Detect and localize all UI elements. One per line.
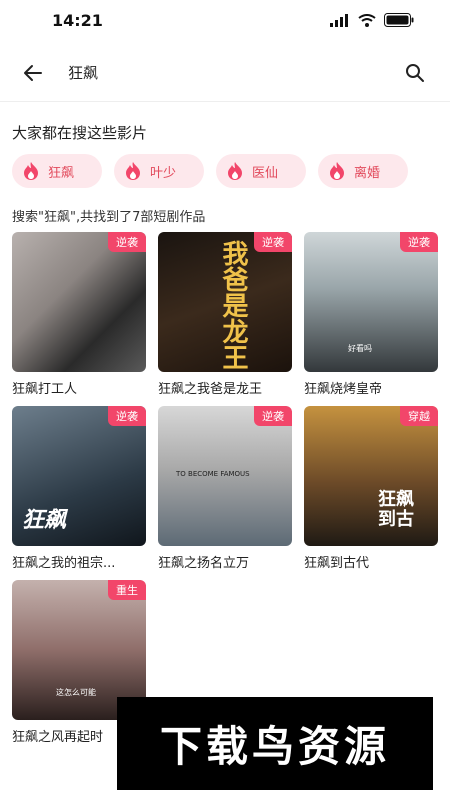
drama-card[interactable]: 我爸是龙王 逆袭 狂飙之我爸是龙王: [158, 232, 292, 397]
genre-badge: 逆袭: [400, 232, 438, 252]
drama-poster[interactable]: 好看吗 逆袭: [304, 232, 438, 372]
hot-chip-label: 医仙: [252, 165, 279, 181]
flame-icon: [126, 162, 140, 180]
drama-title[interactable]: 狂飙到古代: [304, 552, 438, 571]
drama-title[interactable]: 狂飙之我的祖宗...: [12, 552, 146, 571]
poster-title-art: 我爸是龙王: [218, 240, 248, 370]
drama-title[interactable]: 狂飙之我爸是龙王: [158, 378, 292, 397]
status-icons: [330, 13, 414, 27]
drama-card[interactable]: 好看吗 逆袭 狂飙烧烤皇帝: [304, 232, 438, 397]
hot-chip[interactable]: 狂飙: [12, 154, 102, 188]
hot-chip[interactable]: 离婚: [318, 154, 408, 188]
drama-poster[interactable]: TO BECOME FAMOUS 逆袭: [158, 406, 292, 546]
flame-icon: [228, 162, 242, 180]
result-summary: 搜索"狂飙",共找到了7部短剧作品: [12, 210, 206, 225]
genre-badge: 逆袭: [108, 232, 146, 252]
hot-search-chips: 狂飙 叶少 医仙 离婚: [12, 154, 408, 188]
watermark-text: 下载鸟资源: [159, 722, 390, 771]
drama-title[interactable]: 狂飙打工人: [12, 378, 146, 397]
search-icon: [406, 64, 424, 82]
genre-badge: 穿越: [400, 406, 438, 426]
battery-icon: [384, 13, 414, 27]
poster-title-art: 狂飙: [22, 507, 67, 533]
drama-poster[interactable]: 狂飙 逆袭: [12, 406, 146, 546]
drama-poster[interactable]: 逆袭: [12, 232, 146, 372]
genre-badge: 逆袭: [254, 232, 292, 252]
drama-card[interactable]: 逆袭 狂飙打工人: [12, 232, 146, 397]
genre-badge: 重生: [108, 580, 146, 600]
arrow-left-icon: [24, 65, 42, 81]
search-input[interactable]: 狂飙: [68, 62, 98, 83]
wifi-icon: [358, 13, 376, 27]
genre-badge: 逆袭: [254, 406, 292, 426]
hot-chip[interactable]: 叶少: [114, 154, 204, 188]
genre-badge: 逆袭: [108, 406, 146, 426]
search-header: 狂飙: [0, 44, 450, 102]
search-button[interactable]: [400, 58, 430, 88]
poster-title-art: 狂飙到古: [378, 489, 414, 530]
drama-card[interactable]: 狂飙到古 穿越 狂飙到古代: [304, 406, 438, 571]
hot-chip[interactable]: 医仙: [216, 154, 306, 188]
back-button[interactable]: [18, 58, 48, 88]
hot-chip-label: 狂飙: [48, 165, 75, 181]
poster-caption: TO BECOME FAMOUS: [176, 470, 250, 478]
watermark-banner: 下载鸟资源: [117, 697, 433, 790]
drama-poster[interactable]: 狂飙到古 穿越: [304, 406, 438, 546]
drama-title[interactable]: 狂飙烧烤皇帝: [304, 378, 438, 397]
drama-card[interactable]: TO BECOME FAMOUS 逆袭 狂飙之扬名立万: [158, 406, 292, 571]
hot-chip-label: 离婚: [354, 165, 381, 181]
hot-chip-label: 叶少: [150, 165, 177, 181]
drama-poster[interactable]: 我爸是龙王 逆袭: [158, 232, 292, 372]
flame-icon: [330, 162, 344, 180]
poster-caption: 好看吗: [348, 344, 372, 353]
hot-search-title: 大家都在搜这些影片: [12, 124, 148, 142]
poster-caption: 这怎么可能: [56, 688, 96, 697]
drama-card[interactable]: 狂飙 逆袭 狂飙之我的祖宗...: [12, 406, 146, 571]
drama-title[interactable]: 狂飙之扬名立万: [158, 552, 292, 571]
flame-icon: [24, 162, 38, 180]
signal-icon: [330, 13, 348, 27]
status-time: 14:21: [52, 11, 103, 30]
status-bar: 14:21: [0, 0, 450, 44]
